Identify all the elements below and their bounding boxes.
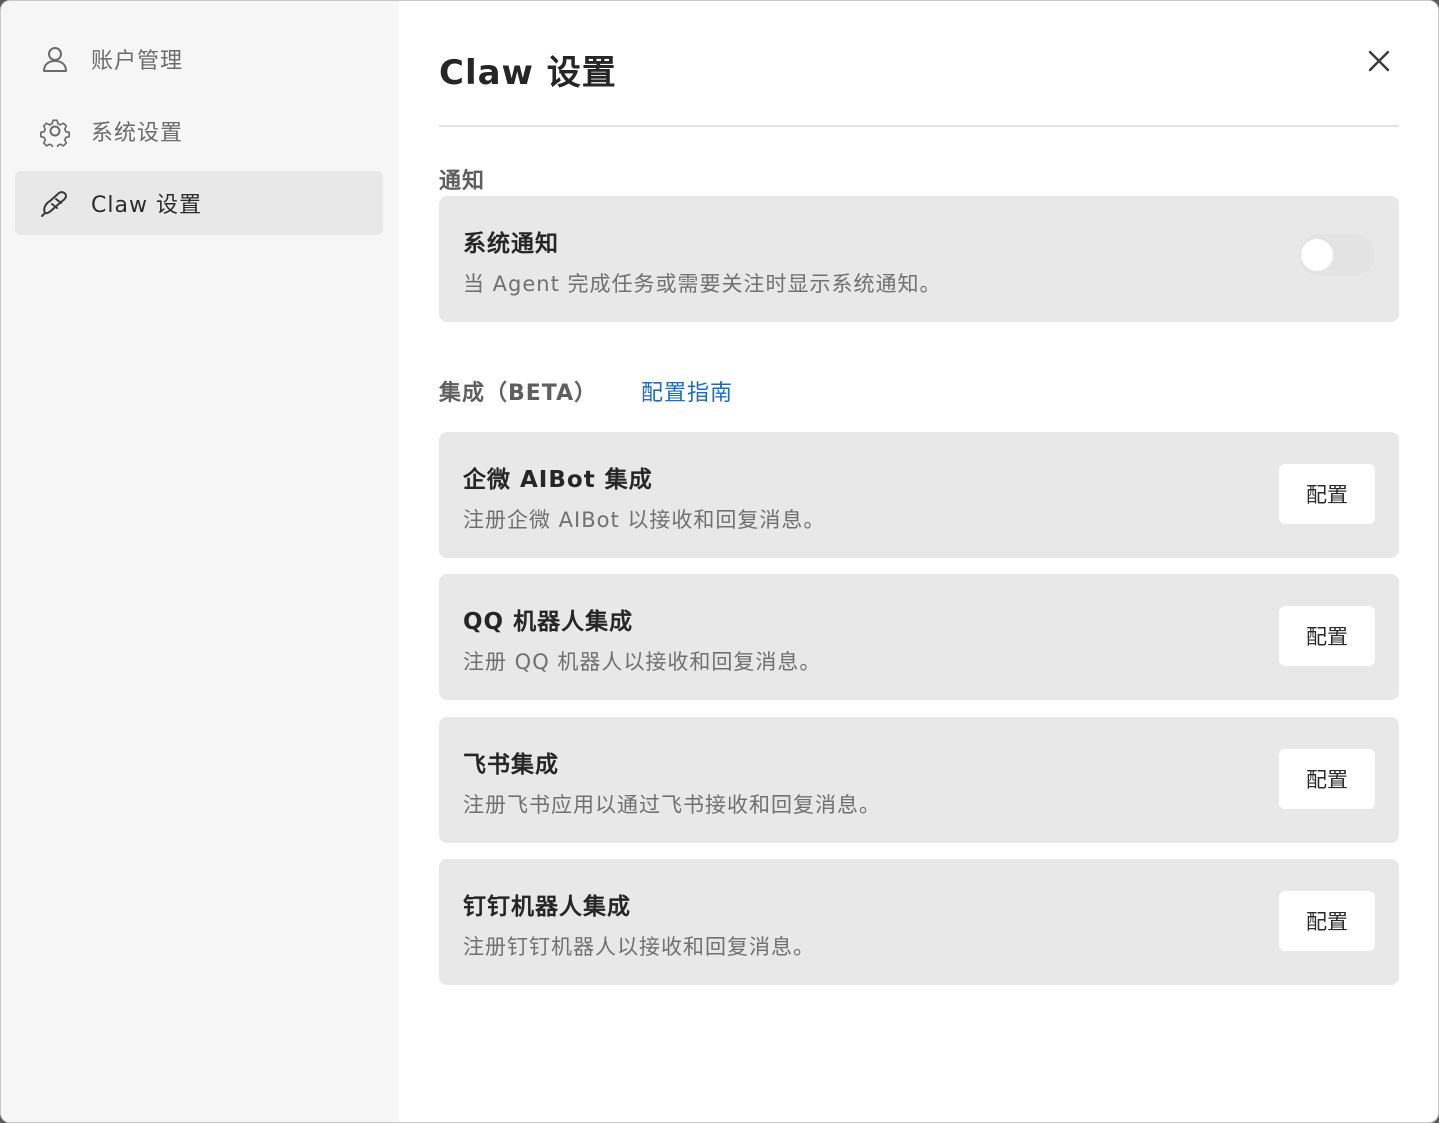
main-panel: Claw 设置 通知 系统通知 当 Agent 完成任务或需要关注时显示系统通知… bbox=[399, 1, 1438, 1122]
toggle-knob bbox=[1301, 239, 1333, 271]
sidebar-item-account[interactable]: 账户管理 bbox=[15, 27, 383, 91]
integration-card-wecom: 企微 AIBot 集成 注册企微 AIBot 以接收和回复消息。 配置 bbox=[439, 432, 1399, 558]
card-title: 钉钉机器人集成 bbox=[463, 894, 631, 920]
card-description: 注册 QQ 机器人以接收和回复消息。 bbox=[463, 650, 822, 674]
settings-window: 账户管理 系统设置 Claw 设置 Claw 设置 通知 系统通知 当 Agen… bbox=[0, 0, 1439, 1123]
configure-button[interactable]: 配置 bbox=[1279, 749, 1375, 809]
card-title: QQ 机器人集成 bbox=[463, 609, 634, 635]
system-notification-toggle[interactable] bbox=[1299, 234, 1375, 276]
configure-button[interactable]: 配置 bbox=[1279, 891, 1375, 951]
card-description: 当 Agent 完成任务或需要关注时显示系统通知。 bbox=[463, 272, 942, 296]
integrations-section-label: 集成（BETA） bbox=[439, 381, 598, 406]
sidebar-item-label: Claw 设置 bbox=[91, 193, 202, 218]
card-title: 系统通知 bbox=[463, 231, 559, 257]
card-description: 注册飞书应用以通过飞书接收和回复消息。 bbox=[463, 793, 881, 817]
integration-card-dingtalk: 钉钉机器人集成 注册钉钉机器人以接收和回复消息。 配置 bbox=[439, 859, 1399, 985]
sidebar-item-label: 系统设置 bbox=[91, 121, 184, 146]
card-title: 企微 AIBot 集成 bbox=[463, 467, 653, 493]
claw-icon bbox=[39, 187, 71, 219]
close-button[interactable] bbox=[1363, 47, 1395, 79]
notifications-section-label: 通知 bbox=[439, 169, 486, 194]
close-icon bbox=[1367, 49, 1391, 77]
card-description: 注册钉钉机器人以接收和回复消息。 bbox=[463, 935, 815, 959]
sidebar-item-label: 账户管理 bbox=[91, 49, 184, 74]
config-guide-link[interactable]: 配置指南 bbox=[641, 375, 733, 407]
user-icon bbox=[39, 43, 71, 75]
integration-card-qq: QQ 机器人集成 注册 QQ 机器人以接收和回复消息。 配置 bbox=[439, 574, 1399, 700]
page-title: Claw 设置 bbox=[439, 53, 617, 93]
header-divider bbox=[439, 125, 1399, 127]
card-description: 注册企微 AIBot 以接收和回复消息。 bbox=[463, 508, 826, 532]
configure-button[interactable]: 配置 bbox=[1279, 606, 1375, 666]
sidebar: 账户管理 系统设置 Claw 设置 bbox=[1, 1, 399, 1122]
system-notification-card: 系统通知 当 Agent 完成任务或需要关注时显示系统通知。 bbox=[439, 196, 1399, 322]
gear-icon bbox=[39, 115, 71, 147]
integration-card-feishu: 飞书集成 注册飞书应用以通过飞书接收和回复消息。 配置 bbox=[439, 717, 1399, 843]
sidebar-item-system[interactable]: 系统设置 bbox=[15, 99, 383, 163]
configure-button[interactable]: 配置 bbox=[1279, 464, 1375, 524]
card-title: 飞书集成 bbox=[463, 752, 559, 778]
sidebar-item-claw[interactable]: Claw 设置 bbox=[15, 171, 383, 235]
